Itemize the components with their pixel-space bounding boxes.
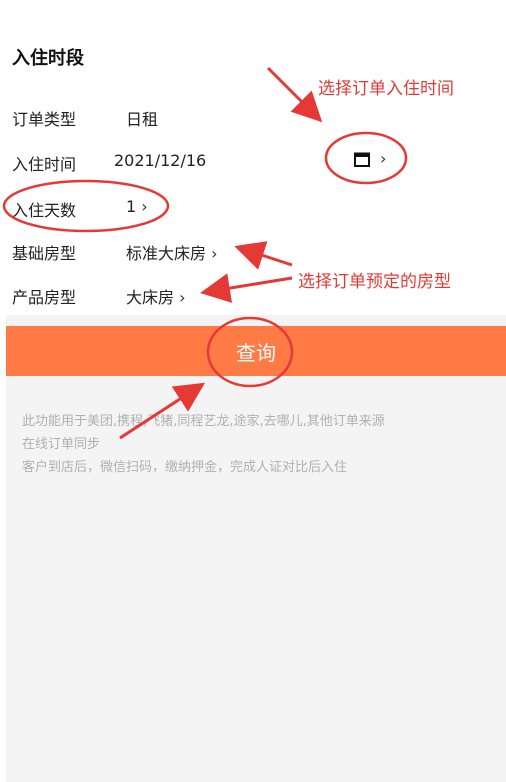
- base-room-value: 标准大床房: [126, 244, 207, 263]
- query-button[interactable]: 查询: [6, 326, 506, 376]
- info-line-2: 在线订单同步: [22, 437, 101, 452]
- checkin-time-value: 2021/12/16: [114, 151, 207, 170]
- annotation-arrow-product-room: [200, 273, 293, 303]
- page: 入住时段 订单类型 日租 入住时间 2021/12/16 › 入住天数 1 › …: [0, 0, 506, 782]
- annotation-checkin-hint: 选择订单入住时间: [318, 79, 454, 99]
- product-room-label: 产品房型: [12, 288, 77, 307]
- info-line-1: 此功能用于美团,携程,飞猪,同程艺龙,途家,去哪儿,其他订单来源: [22, 414, 385, 429]
- base-room-control[interactable]: 标准大床房 ›: [126, 240, 218, 264]
- product-room-chevron-icon: ›: [179, 288, 186, 307]
- annotation-arrow-calendar: [266, 66, 323, 123]
- order-type-value: 日租: [126, 110, 159, 129]
- section-title: 入住时段: [12, 48, 84, 69]
- order-type-label: 订单类型: [12, 110, 77, 129]
- stay-days-label: 入住天数: [12, 201, 77, 220]
- info-line-3: 客户到店后，微信扫码，缴纳押金，完成人证对比后入住: [22, 460, 348, 475]
- product-room-value: 大床房: [126, 288, 175, 307]
- base-room-label: 基础房型: [12, 244, 77, 263]
- query-button-label: 查询: [236, 340, 276, 365]
- calendar-icon[interactable]: [354, 151, 370, 167]
- annotation-room-hint: 选择订单预定的房型: [298, 272, 451, 292]
- product-room-control[interactable]: 大床房 ›: [126, 284, 186, 308]
- checkin-chevron-icon[interactable]: ›: [380, 149, 386, 168]
- stay-days-control[interactable]: 1 ›: [126, 197, 148, 216]
- stay-days-chevron-icon: ›: [141, 197, 148, 216]
- base-room-chevron-icon: ›: [211, 244, 218, 263]
- annotation-arrow-base-room: [234, 241, 293, 270]
- stay-days-value: 1: [126, 197, 137, 216]
- checkin-time-label: 入住时间: [12, 155, 77, 174]
- divider-strip: [6, 315, 506, 326]
